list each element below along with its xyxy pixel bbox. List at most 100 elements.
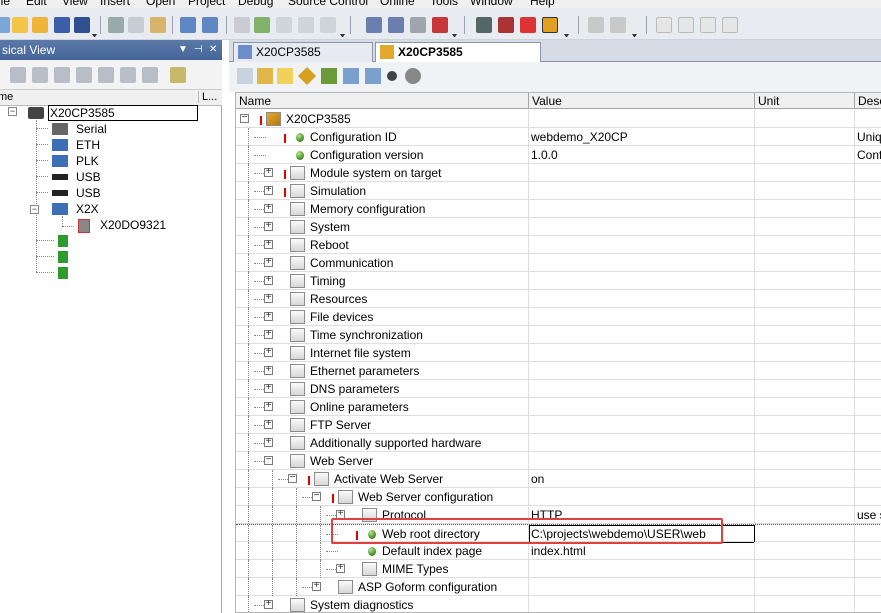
tab-software[interactable]: X20CP3585 [Software]	[233, 42, 373, 77]
value-cell[interactable]: webdemo_X20CP	[529, 128, 755, 146]
value-cell[interactable]	[529, 434, 755, 452]
value-cell[interactable]	[529, 488, 755, 506]
rebuild-icon[interactable]	[388, 17, 404, 33]
expand-toggle[interactable]: +	[264, 239, 273, 249]
value-cell[interactable]	[529, 200, 755, 218]
delete-icon[interactable]	[234, 17, 250, 33]
menu-window[interactable]: Window	[470, 0, 513, 8]
tree-item-usb[interactable]: USB	[76, 169, 101, 185]
settings-icon[interactable]	[405, 68, 421, 84]
menu-debug[interactable]: Debug	[238, 0, 273, 8]
expand-toggle[interactable]: +	[264, 599, 273, 609]
table-row[interactable]: + Internet file system	[236, 344, 881, 362]
table-row[interactable]: + Resources	[236, 290, 881, 308]
tool-icon[interactable]	[32, 67, 48, 83]
add-slot-icon[interactable]	[58, 267, 68, 279]
value-cell[interactable]: on	[529, 470, 755, 488]
table-row[interactable]: Configuration ID webdemo_X20CP Uniq	[236, 128, 881, 146]
value-cell[interactable]	[529, 416, 755, 434]
traffic-light-icon[interactable]	[542, 17, 558, 33]
column-value[interactable]: Value	[529, 93, 755, 109]
table-row[interactable]: + Reboot	[236, 236, 881, 254]
table-row[interactable]: − Web Server configuration	[236, 488, 881, 506]
refresh-icon[interactable]	[254, 17, 270, 33]
collapse-toggle[interactable]: −	[240, 113, 249, 123]
value-cell[interactable]: 1.0.0	[529, 146, 755, 164]
menu-tools[interactable]: Tools	[430, 0, 458, 8]
chevron-down-icon[interactable]	[564, 34, 569, 37]
menu-view[interactable]: View	[62, 0, 88, 8]
sort-ascending-icon[interactable]	[365, 68, 381, 84]
cut-icon[interactable]	[108, 17, 124, 33]
bookmark-icon[interactable]	[722, 17, 738, 33]
value-cell[interactable]: HTTP	[529, 506, 755, 524]
undo-icon[interactable]	[180, 17, 196, 33]
value-cell[interactable]	[529, 452, 755, 470]
expand-toggle[interactable]: +	[264, 401, 273, 411]
expand-toggle[interactable]: +	[336, 509, 345, 519]
expand-toggle[interactable]: +	[264, 419, 273, 429]
zoom-icon[interactable]	[10, 67, 26, 83]
tree-item-plk[interactable]: PLK	[76, 153, 99, 169]
save-all-icon[interactable]	[74, 17, 90, 33]
redo-icon[interactable]	[202, 17, 218, 33]
table-row[interactable]: Web root directory C:\projects\webdemo\US…	[236, 524, 881, 543]
value-cell[interactable]	[529, 380, 755, 398]
menu-project[interactable]: Project	[188, 0, 225, 8]
tool-icon[interactable]	[98, 67, 114, 83]
value-cell[interactable]	[529, 362, 755, 380]
table-row[interactable]: + Timing	[236, 272, 881, 290]
expand-toggle[interactable]: +	[264, 383, 273, 393]
expand-toggle[interactable]: +	[264, 347, 273, 357]
properties-icon[interactable]	[237, 68, 253, 84]
menu-file[interactable]: ile	[0, 0, 10, 8]
table-row[interactable]: + File devices	[236, 308, 881, 326]
value-cell[interactable]	[529, 290, 755, 308]
warm-restart-icon[interactable]	[498, 17, 514, 33]
table-row[interactable]: + System	[236, 218, 881, 236]
table-row[interactable]: + Additionally supported hardware	[236, 434, 881, 452]
pin-icon[interactable]: ⊣	[194, 40, 203, 60]
table-row[interactable]: + Protocol HTTP use s	[236, 506, 881, 524]
value-cell[interactable]	[529, 254, 755, 272]
add-slot-icon[interactable]	[58, 251, 68, 263]
value-cell[interactable]	[529, 596, 755, 612]
table-row[interactable]: Configuration version 1.0.0 Conf	[236, 146, 881, 164]
paste-icon[interactable]	[150, 17, 166, 33]
record-icon[interactable]	[387, 71, 397, 81]
tool-icon[interactable]	[120, 67, 136, 83]
expand-toggle[interactable]: +	[264, 365, 273, 375]
monitor-icon[interactable]	[476, 17, 492, 33]
column-description[interactable]: Desc	[855, 93, 881, 109]
tree-item-usb[interactable]: USB	[76, 185, 101, 201]
column-unit[interactable]: Unit	[755, 93, 855, 109]
table-row[interactable]: + Memory configuration	[236, 200, 881, 218]
expand-toggle[interactable]: +	[264, 257, 273, 267]
tree-item-x2x[interactable]: X2X	[76, 201, 99, 217]
menu-edit[interactable]: Edit	[26, 0, 47, 8]
bookmark-icon[interactable]	[700, 17, 716, 33]
power-icon[interactable]	[520, 17, 536, 33]
chevron-down-icon[interactable]: ▼	[178, 40, 188, 60]
table-row[interactable]: + System diagnostics	[236, 596, 881, 612]
expand-toggle[interactable]: +	[264, 293, 273, 303]
expand-toggle[interactable]: +	[336, 563, 345, 573]
tree-item-serial[interactable]: Serial	[76, 121, 107, 137]
expand-toggle[interactable]: +	[264, 221, 273, 231]
document-icon[interactable]	[320, 17, 336, 33]
collapse-toggle[interactable]: −	[8, 107, 17, 116]
menu-online[interactable]: Online	[380, 0, 415, 8]
table-row[interactable]: + Time synchronization	[236, 326, 881, 344]
tab-configuration[interactable]: X20CP3585 [Configuration]	[375, 42, 541, 77]
add-slot-icon[interactable]	[58, 235, 68, 247]
expand-toggle[interactable]: +	[264, 167, 273, 177]
tool-icon[interactable]	[76, 67, 92, 83]
clean-icon[interactable]	[410, 17, 426, 33]
menu-insert[interactable]: Insert	[100, 0, 130, 8]
save-icon[interactable]	[54, 17, 70, 33]
table-row[interactable]: − X20CP3585	[236, 110, 881, 128]
sort-descending-icon[interactable]	[343, 68, 359, 84]
collapse-toggle[interactable]: −	[312, 491, 321, 501]
chevron-down-icon[interactable]	[92, 34, 97, 37]
column-name[interactable]: me	[0, 91, 13, 103]
